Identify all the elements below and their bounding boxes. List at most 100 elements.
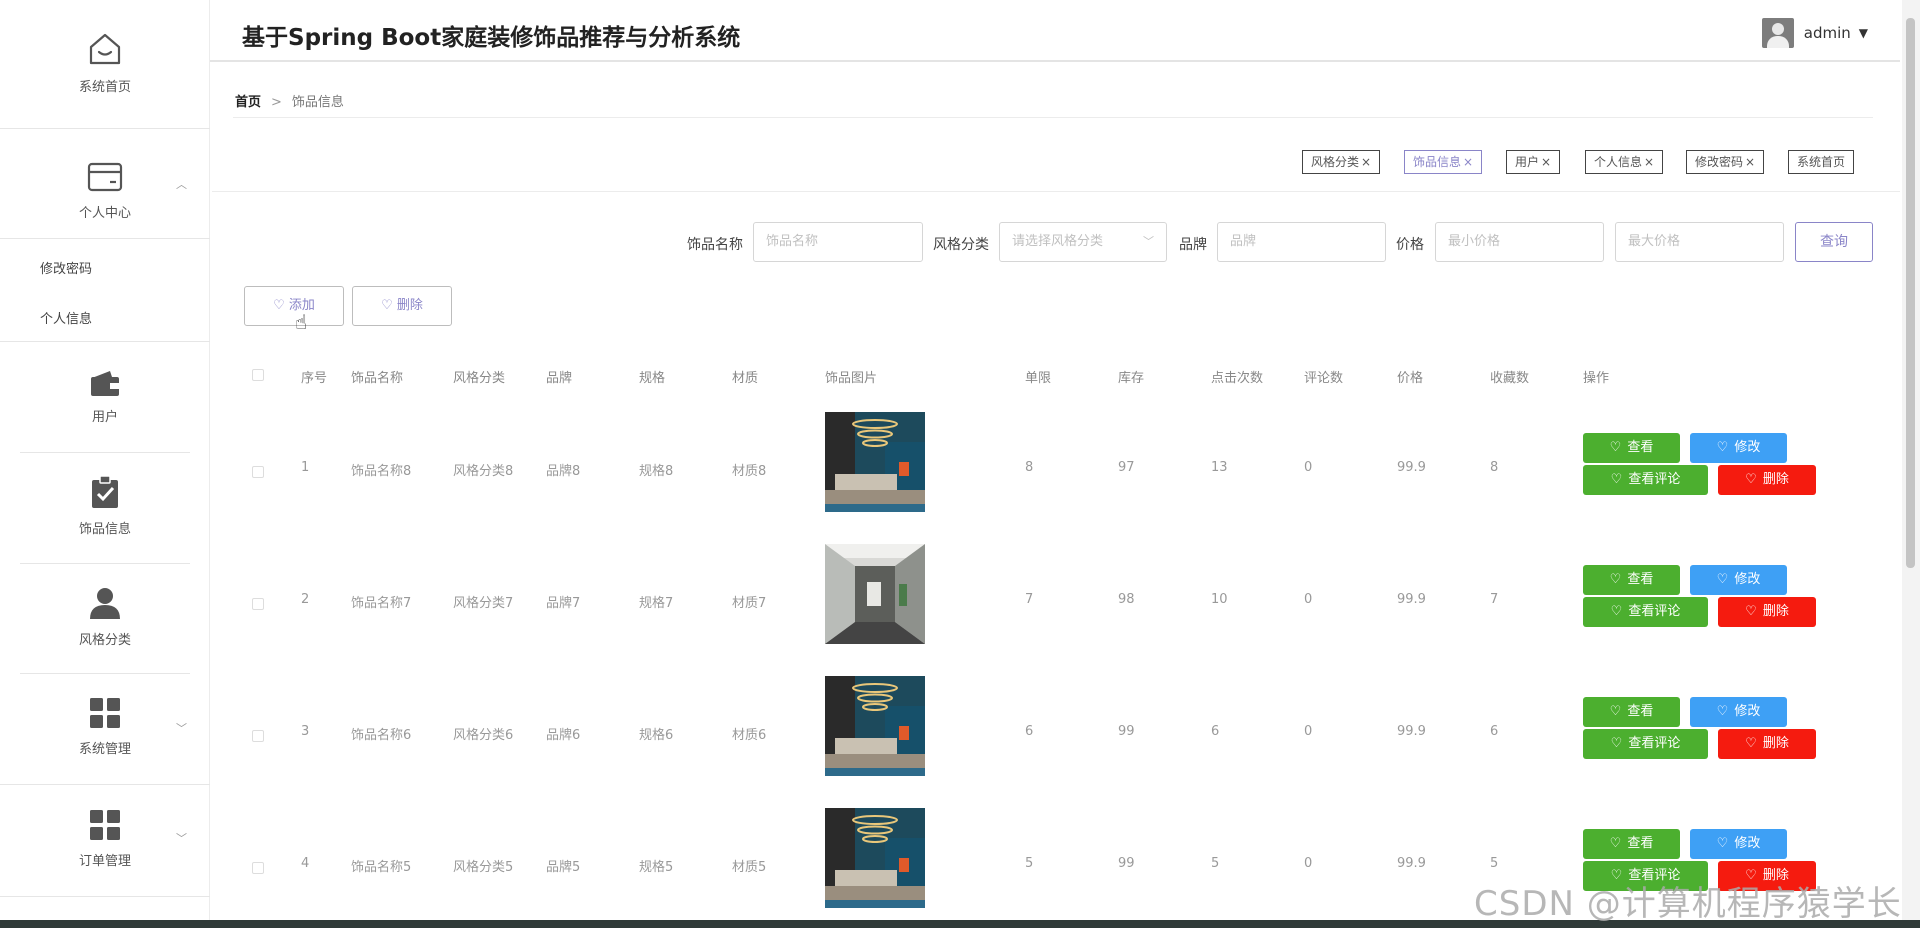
edit-button[interactable]: ♡ 修改 (1690, 565, 1787, 595)
user-name: admin (1803, 24, 1851, 42)
view-button[interactable]: ♡ 查看 (1583, 697, 1680, 727)
heart-icon: ♡ (1609, 572, 1622, 587)
card-icon (87, 162, 123, 192)
table-cell-material: 材质7 (732, 596, 767, 611)
close-icon[interactable]: × (1541, 155, 1551, 169)
view-comments-button[interactable]: ♡ 查看评论 (1583, 729, 1708, 759)
batch-delete-button[interactable]: ♡ 删除 (352, 286, 452, 326)
avatar (1761, 18, 1794, 48)
query-button[interactable]: 查询 (1795, 222, 1873, 262)
table-cell-comments: 0 (1304, 856, 1313, 871)
edit-button[interactable]: ♡ 修改 (1690, 433, 1787, 463)
select-all-checkbox[interactable] (252, 369, 264, 381)
heart-icon: ♡ (1716, 704, 1729, 719)
top-header: 基于Spring Boot家庭装修饰品推荐与分析系统 admin ▼ (210, 0, 1900, 62)
tab-tag[interactable]: 用户 × (1506, 150, 1561, 174)
close-icon[interactable]: × (1463, 155, 1473, 169)
close-icon[interactable]: × (1644, 155, 1654, 169)
table-cell-comments: 0 (1304, 460, 1313, 475)
breadcrumb-home[interactable]: 首页 (235, 95, 261, 110)
row-delete-button[interactable]: ♡ 删除 (1718, 729, 1816, 759)
view-button[interactable]: ♡ 查看 (1583, 433, 1680, 463)
scrollbar-thumb[interactable] (1906, 18, 1915, 568)
sidebar-item-home[interactable]: 系统首页 (0, 30, 210, 95)
search-min-price-input[interactable]: 最小价格 (1435, 222, 1604, 262)
sidebar-item-decor-info[interactable]: 饰品信息 (0, 474, 210, 537)
chevron-down-icon[interactable]: ﹀ (176, 830, 187, 846)
search-style-select[interactable]: 请选择风格分类 ﹀ (999, 222, 1167, 262)
table-cell-style: 风格分类7 (453, 596, 514, 611)
sidebar-label-home: 系统首页 (78, 80, 131, 95)
row-delete-button[interactable]: ♡ 删除 (1718, 465, 1816, 495)
sidebar-item-change-password[interactable]: 修改密码 (40, 258, 92, 277)
tag-label: 用户 (1515, 155, 1540, 169)
table-cell-stock: 97 (1118, 460, 1135, 475)
user-menu[interactable]: admin ▼ (1761, 18, 1868, 48)
row-checkbox[interactable] (252, 730, 264, 742)
app-root: 系统首页 个人中心 ︿ 修改密码 个人信息 用户 饰品信息 风格分类 系统管理 … (0, 0, 1920, 928)
tags-divider (212, 191, 1900, 192)
close-icon[interactable]: × (1361, 155, 1371, 169)
heart-icon: ♡ (1609, 836, 1622, 851)
tag-label: 系统首页 (1797, 155, 1846, 169)
column-header: 收藏数 (1490, 371, 1530, 386)
row-checkbox[interactable] (252, 466, 264, 478)
table-cell-name: 饰品名称6 (351, 728, 412, 743)
row-checkbox[interactable] (252, 598, 264, 610)
tab-tag[interactable]: 个人信息 × (1585, 150, 1664, 174)
row-checkbox[interactable] (252, 862, 264, 874)
table-cell-spec: 规格5 (639, 860, 674, 875)
search-name-input[interactable]: 饰品名称 (753, 222, 923, 262)
breadcrumb-divider (233, 117, 1873, 118)
grid-icon (90, 698, 120, 728)
table-cell-style: 风格分类5 (453, 860, 514, 875)
sidebar-divider (0, 128, 210, 129)
table-cell-index: 1 (301, 460, 310, 475)
close-icon[interactable]: × (1745, 155, 1755, 169)
table-cell-brand: 品牌7 (546, 596, 581, 611)
table-cell-comments: 0 (1304, 592, 1313, 607)
table-cell-material: 材质8 (732, 464, 767, 479)
sidebar-label-order-mgmt: 订单管理 (78, 854, 131, 869)
search-brand-input[interactable]: 品牌 (1217, 222, 1386, 262)
view-button[interactable]: ♡ 查看 (1583, 565, 1680, 595)
sidebar-divider (20, 673, 190, 674)
sidebar-item-users[interactable]: 用户 (0, 368, 210, 425)
edit-button[interactable]: ♡ 修改 (1690, 697, 1787, 727)
tab-tag[interactable]: 修改密码 × (1686, 150, 1765, 174)
watermark: CSDN @计算机程序猿学长 (1474, 884, 1902, 924)
chevron-down-icon[interactable]: ﹀ (176, 720, 187, 736)
view-button[interactable]: ♡ 查看 (1583, 829, 1680, 859)
column-header: 价格 (1397, 371, 1424, 386)
sidebar-divider (0, 238, 210, 239)
row-delete-button-label: 删除 (1762, 736, 1789, 751)
edit-button[interactable]: ♡ 修改 (1690, 829, 1787, 859)
heart-icon: ♡ (1745, 472, 1757, 487)
sidebar-item-style-category[interactable]: 风格分类 (0, 585, 210, 648)
sidebar: 系统首页 个人中心 ︿ 修改密码 个人信息 用户 饰品信息 风格分类 系统管理 … (0, 0, 210, 928)
column-header: 规格 (639, 371, 666, 386)
edit-button-label: 修改 (1734, 440, 1761, 455)
view-button-label: 查看 (1627, 704, 1654, 719)
edit-button-label: 修改 (1734, 704, 1761, 719)
tab-tag[interactable]: 风格分类 × (1302, 150, 1381, 174)
table-cell-spec: 规格8 (639, 464, 674, 479)
chevron-up-icon[interactable]: ︿ (176, 176, 187, 192)
table-cell-index: 2 (301, 592, 310, 607)
sidebar-item-personal-info[interactable]: 个人信息 (40, 308, 92, 327)
table-cell-price: 99.9 (1397, 856, 1426, 871)
heart-icon: ♡ (381, 298, 397, 313)
add-button[interactable]: ♡ 添加 (244, 286, 344, 326)
sidebar-divider (0, 341, 210, 342)
table-cell-name: 饰品名称8 (351, 464, 412, 479)
sidebar-label-personal-center: 个人中心 (78, 206, 131, 221)
view-comments-button[interactable]: ♡ 查看评论 (1583, 597, 1708, 627)
product-image (825, 412, 925, 512)
tab-tag[interactable]: 系统首页 (1788, 150, 1855, 174)
view-comments-button[interactable]: ♡ 查看评论 (1583, 465, 1708, 495)
column-header: 序号 (301, 371, 328, 386)
row-delete-button[interactable]: ♡ 删除 (1718, 597, 1816, 627)
tab-tag[interactable]: 饰品信息 × (1404, 150, 1483, 174)
search-max-price-input[interactable]: 最大价格 (1615, 222, 1784, 262)
table-cell-brand: 品牌8 (546, 464, 581, 479)
